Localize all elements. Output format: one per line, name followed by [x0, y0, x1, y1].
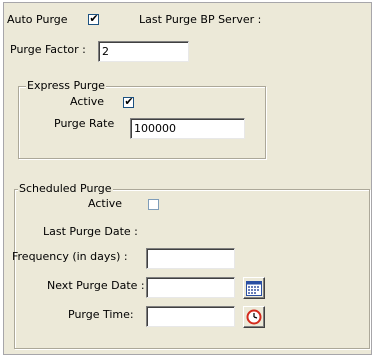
purge-factor-input[interactable]	[98, 41, 189, 62]
frequency-label: Frequency (in days) :	[12, 250, 128, 263]
auto-purge-label: Auto Purge	[7, 13, 68, 26]
calendar-icon	[246, 280, 262, 296]
purge-rate-input[interactable]	[130, 118, 245, 139]
express-purge-group: Express Purge Active ✔ Purge Rate	[18, 79, 266, 159]
scheduled-purge-active-label: Active	[88, 197, 123, 210]
clock-icon	[246, 309, 262, 325]
calendar-button[interactable]	[243, 277, 265, 299]
express-purge-active-label: Active	[70, 95, 105, 108]
next-purge-date-input[interactable]	[146, 277, 235, 298]
express-purge-title: Express Purge	[26, 79, 106, 93]
express-purge-active-checkbox[interactable]: ✔	[123, 95, 134, 108]
purge-factor-label: Purge Factor :	[10, 43, 86, 56]
purge-time-input[interactable]	[146, 306, 235, 327]
auto-purge-checkbox[interactable]: ✔	[88, 12, 99, 25]
scheduled-purge-active-checkbox[interactable]	[148, 199, 159, 210]
purge-time-label: Purge Time:	[68, 308, 134, 321]
checkmark-icon: ✔	[124, 95, 134, 108]
purge-settings-panel: Auto Purge ✔ Last Purge BP Server : Purg…	[3, 2, 372, 355]
last-purge-bp-server-label: Last Purge BP Server :	[139, 13, 262, 26]
next-purge-date-label: Next Purge Date :	[47, 279, 145, 292]
clock-button[interactable]	[243, 306, 265, 328]
purge-rate-label: Purge Rate	[54, 117, 115, 130]
frequency-input[interactable]	[146, 248, 235, 269]
scheduled-purge-title: Scheduled Purge	[18, 182, 113, 196]
scheduled-purge-group: Scheduled Purge Active Last Purge Date :…	[12, 182, 370, 349]
last-purge-date-label: Last Purge Date :	[43, 225, 138, 238]
checkmark-icon: ✔	[89, 12, 99, 25]
